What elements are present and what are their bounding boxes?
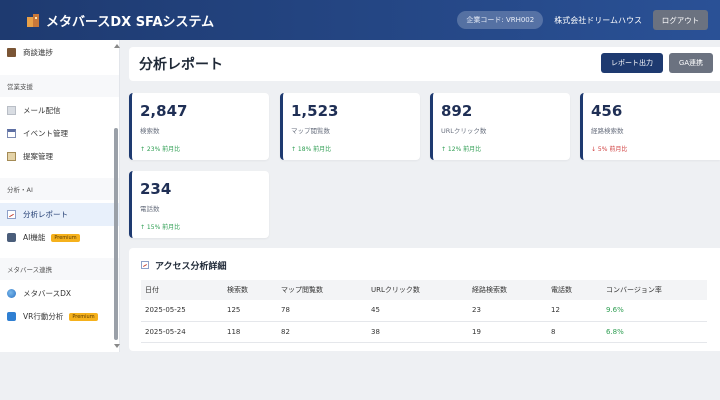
stat-card-route-searches: 456 経路検索数 ↓ 5% 前月比 bbox=[580, 93, 720, 160]
building-logo-icon bbox=[26, 13, 40, 27]
clipboard-icon bbox=[7, 152, 16, 161]
company-name: 株式会社ドリームハウス bbox=[554, 15, 642, 25]
stat-card-url-clicks: 892 URLクリック数 ↑ 12% 前月比 bbox=[430, 93, 570, 160]
sidebar-item-label: イベント管理 bbox=[23, 129, 68, 138]
column-header: 日付 bbox=[145, 286, 159, 294]
stat-change: ↑ 12% 前月比 bbox=[441, 146, 482, 153]
globe-icon bbox=[7, 289, 16, 298]
cell-conversion-rate: 6.8% bbox=[602, 321, 707, 343]
stat-change: ↓ 5% 前月比 bbox=[591, 146, 628, 153]
column-header: 経路検索数 bbox=[472, 286, 507, 294]
cell-date: 2025-05-25 bbox=[141, 300, 223, 322]
table-title-text: アクセス分析詳細 bbox=[155, 261, 227, 272]
chart-icon bbox=[141, 261, 149, 269]
stat-change: ↑ 18% 前月比 bbox=[291, 146, 332, 153]
table-header-row: 日付 検索数 マップ閲覧数 URLクリック数 経路検索数 電話数 コンバージョン… bbox=[141, 280, 707, 300]
cell-phone-calls: 12 bbox=[547, 300, 602, 322]
cell-date: 2025-05-24 bbox=[141, 321, 223, 343]
page-title: 分析レポート bbox=[139, 57, 223, 73]
sidebar-item-mail[interactable]: メール配信 bbox=[0, 99, 119, 122]
table-row: 2025-05-24 118 82 38 19 8 6.8% bbox=[141, 321, 707, 343]
top-header: メタバースDX SFAシステム 企業コード: VRH002 株式会社ドリームハウ… bbox=[0, 0, 720, 40]
table-row: 2025-05-25 125 78 45 23 12 9.6% bbox=[141, 300, 707, 322]
sidebar: 商談進捗 営業支援 メール配信 イベント管理 提案管理 分析・AI 分析レポート… bbox=[0, 40, 120, 352]
stat-value: 2,847 bbox=[140, 102, 188, 120]
sidebar-item-label: 提案管理 bbox=[23, 152, 53, 161]
sidebar-section-metaverse: メタバース連携 bbox=[0, 258, 119, 280]
sidebar-item-label: 商談進捗 bbox=[23, 47, 53, 57]
sidebar-section-analytics-ai: 分析・AI bbox=[0, 178, 119, 200]
stat-change: ↑ 23% 前月比 bbox=[140, 146, 181, 153]
stat-label: URLクリック数 bbox=[441, 127, 487, 135]
cell-route-searches: 19 bbox=[468, 321, 547, 343]
export-report-button[interactable]: レポート出力 bbox=[601, 53, 663, 73]
stat-value: 892 bbox=[441, 102, 473, 120]
access-analysis-card: アクセス分析詳細 日付 検索数 マップ閲覧数 URLクリック数 経路検索数 電話… bbox=[129, 248, 720, 351]
cell-searches: 118 bbox=[223, 321, 277, 343]
stat-label: 電話数 bbox=[140, 205, 160, 213]
premium-badge: Premium bbox=[69, 312, 98, 321]
stat-change: ↑ 15% 前月比 bbox=[140, 224, 181, 231]
column-header: マップ閲覧数 bbox=[281, 286, 323, 294]
cell-conversion-rate: 9.6% bbox=[602, 300, 707, 322]
robot-icon bbox=[7, 233, 16, 242]
stat-card-phone-calls: 234 電話数 ↑ 15% 前月比 bbox=[129, 171, 269, 238]
stat-label: 経路検索数 bbox=[591, 127, 624, 135]
stat-label: マップ閲覧数 bbox=[291, 127, 330, 135]
stat-card-searches: 2,847 検索数 ↑ 23% 前月比 bbox=[129, 93, 269, 160]
column-header: URLクリック数 bbox=[371, 286, 420, 294]
cell-phone-calls: 8 bbox=[547, 321, 602, 343]
column-header: コンバージョン率 bbox=[606, 286, 662, 294]
stat-value: 456 bbox=[591, 102, 623, 120]
page-header: 分析レポート レポート出力 GA連携 bbox=[129, 47, 720, 81]
sidebar-section-sales-support: 営業支援 bbox=[0, 75, 119, 97]
mail-icon bbox=[7, 106, 16, 115]
sidebar-item-analytics-report[interactable]: 分析レポート bbox=[0, 203, 119, 226]
cell-url-clicks: 45 bbox=[367, 300, 468, 322]
stat-card-map-views: 1,523 マップ閲覧数 ↑ 18% 前月比 bbox=[280, 93, 420, 160]
scroll-down-arrow-icon[interactable] bbox=[114, 344, 120, 348]
sidebar-item-label: メール配信 bbox=[23, 106, 61, 115]
sidebar-item-ai[interactable]: AI機能 Premium bbox=[0, 226, 119, 249]
stat-value: 234 bbox=[140, 180, 172, 198]
sidebar-item-label: 分析レポート bbox=[23, 210, 68, 219]
cell-map-views: 78 bbox=[277, 300, 367, 322]
cell-searches: 125 bbox=[223, 300, 277, 322]
column-header: 電話数 bbox=[551, 286, 572, 294]
briefcase-icon bbox=[7, 47, 16, 57]
vr-headset-icon bbox=[7, 312, 16, 321]
ga-integration-button[interactable]: GA連携 bbox=[669, 53, 713, 73]
sidebar-item-metaverse-dx[interactable]: メタバースDX bbox=[0, 282, 119, 305]
cell-url-clicks: 38 bbox=[367, 321, 468, 343]
sidebar-item-label: AI機能 bbox=[23, 233, 46, 242]
premium-badge: Premium bbox=[51, 233, 80, 242]
cell-map-views: 82 bbox=[277, 321, 367, 343]
app-title: メタバースDX SFAシステム bbox=[46, 14, 215, 30]
sidebar-item-label: VR行動分析 bbox=[23, 312, 64, 321]
table-title: アクセス分析詳細 bbox=[141, 258, 708, 272]
scroll-up-arrow-icon[interactable] bbox=[114, 44, 120, 48]
cell-route-searches: 23 bbox=[468, 300, 547, 322]
sidebar-item-events[interactable]: イベント管理 bbox=[0, 122, 119, 145]
sidebar-scrollbar-thumb[interactable] bbox=[114, 128, 118, 340]
column-header: 検索数 bbox=[227, 286, 248, 294]
stat-label: 検索数 bbox=[140, 127, 160, 135]
company-code-badge: 企業コード: VRH002 bbox=[457, 11, 544, 29]
logout-button[interactable]: ログアウト bbox=[653, 10, 708, 30]
calendar-icon bbox=[7, 129, 16, 138]
sidebar-item-vr-analysis[interactable]: VR行動分析 Premium bbox=[0, 305, 119, 328]
sidebar-item-proposals[interactable]: 提案管理 bbox=[0, 145, 119, 168]
chart-icon bbox=[7, 210, 16, 219]
sidebar-item-label: メタバースDX bbox=[23, 289, 72, 298]
access-analysis-table: 日付 検索数 マップ閲覧数 URLクリック数 経路検索数 電話数 コンバージョン… bbox=[141, 280, 707, 343]
sidebar-item-deal-progress[interactable]: 商談進捗 bbox=[0, 41, 119, 63]
stat-value: 1,523 bbox=[291, 102, 339, 120]
